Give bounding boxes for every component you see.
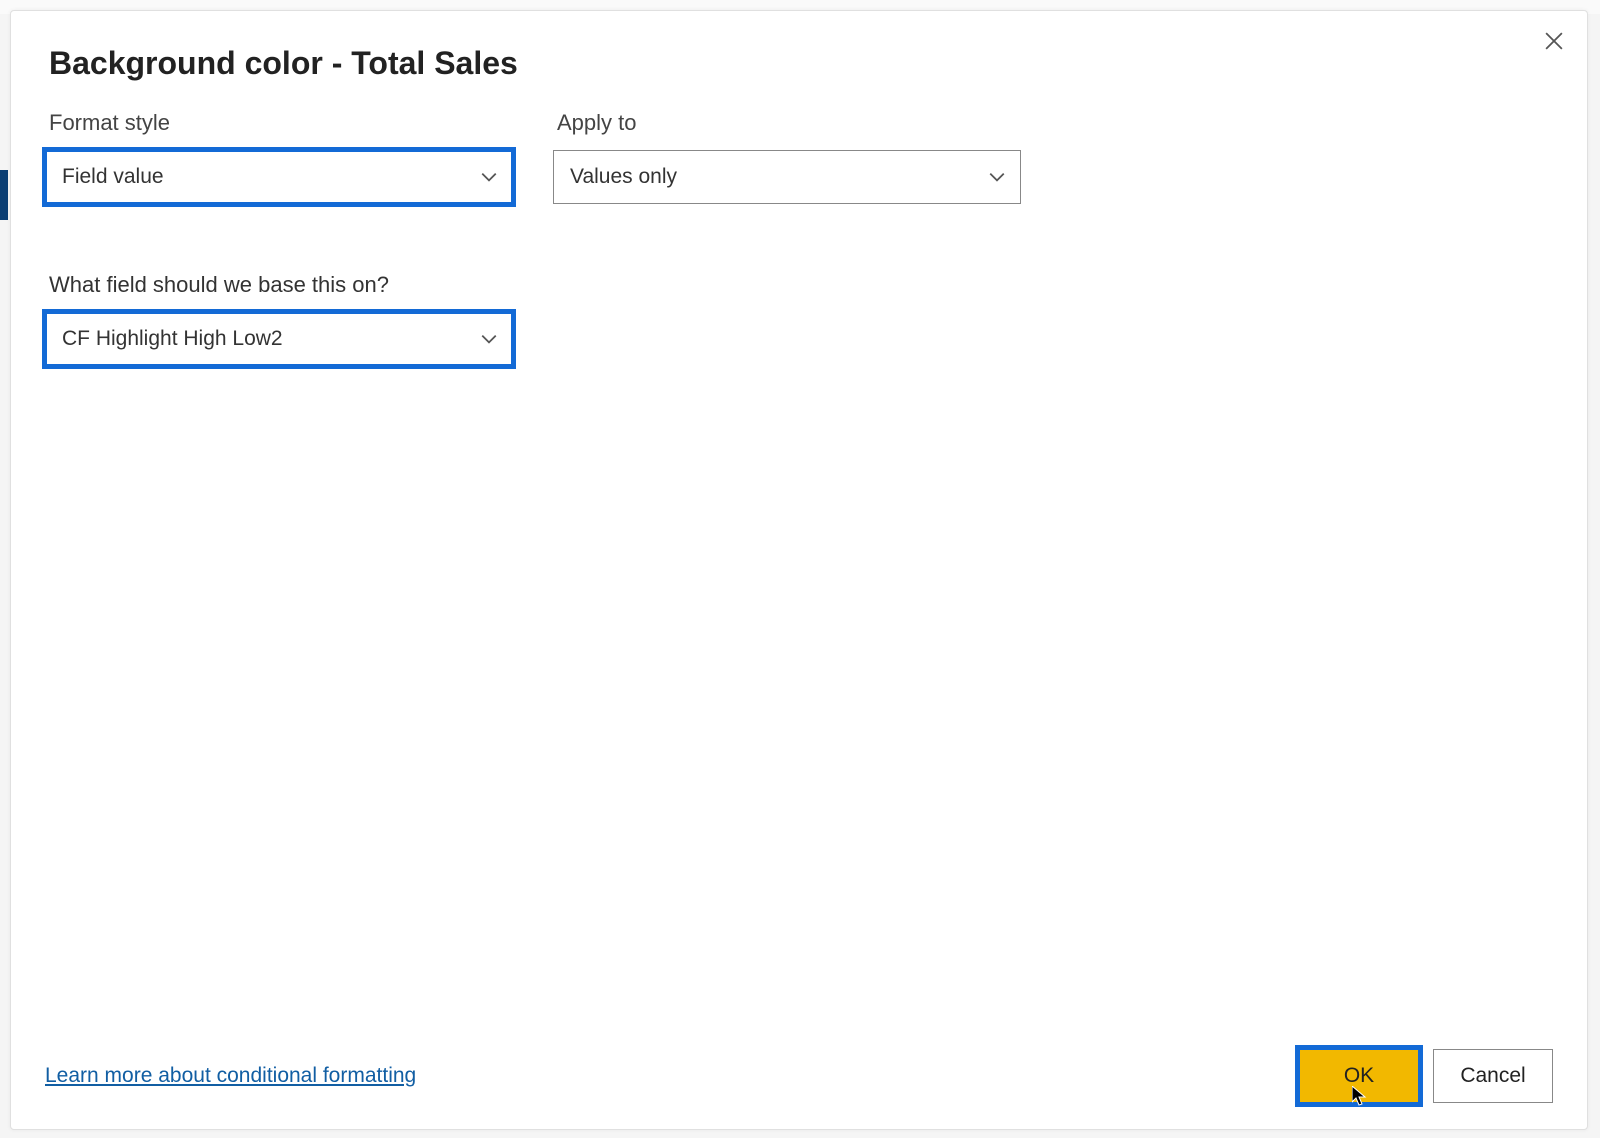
apply-to-select[interactable]: Values only bbox=[553, 150, 1021, 204]
chevron-down-icon bbox=[480, 330, 498, 348]
apply-to-label: Apply to bbox=[557, 110, 1021, 136]
chevron-down-icon bbox=[988, 168, 1006, 186]
button-row: OK Cancel bbox=[1299, 1049, 1553, 1103]
base-field-value: CF Highlight High Low2 bbox=[62, 327, 283, 351]
format-style-select[interactable]: Field value bbox=[45, 150, 513, 204]
dialog-footer: Learn more about conditional formatting … bbox=[45, 1049, 1553, 1103]
sidebar-background bbox=[0, 170, 8, 220]
base-field-group: What field should we base this on? CF Hi… bbox=[45, 244, 513, 366]
close-icon bbox=[1545, 32, 1563, 53]
base-field-label: What field should we base this on? bbox=[49, 272, 513, 298]
dialog-title: Background color - Total Sales bbox=[49, 45, 1553, 82]
ok-button-label: OK bbox=[1344, 1064, 1374, 1088]
cursor-icon bbox=[1352, 1086, 1368, 1108]
close-button[interactable] bbox=[1537, 25, 1571, 59]
apply-to-group: Apply to Values only bbox=[553, 110, 1021, 204]
format-style-group: Format style Field value bbox=[45, 110, 513, 204]
form-area: Format style Field value Apply to Values… bbox=[45, 110, 1553, 366]
format-style-value: Field value bbox=[62, 165, 164, 189]
ok-button[interactable]: OK bbox=[1299, 1049, 1419, 1103]
format-style-label: Format style bbox=[49, 110, 513, 136]
chevron-down-icon bbox=[480, 168, 498, 186]
dialog-spacer bbox=[45, 366, 1553, 1039]
base-field-select[interactable]: CF Highlight High Low2 bbox=[45, 312, 513, 366]
conditional-formatting-dialog: Background color - Total Sales Format st… bbox=[10, 10, 1588, 1130]
cancel-button[interactable]: Cancel bbox=[1433, 1049, 1553, 1103]
apply-to-value: Values only bbox=[570, 165, 677, 189]
cancel-button-label: Cancel bbox=[1460, 1064, 1525, 1088]
learn-more-link[interactable]: Learn more about conditional formatting bbox=[45, 1064, 416, 1088]
